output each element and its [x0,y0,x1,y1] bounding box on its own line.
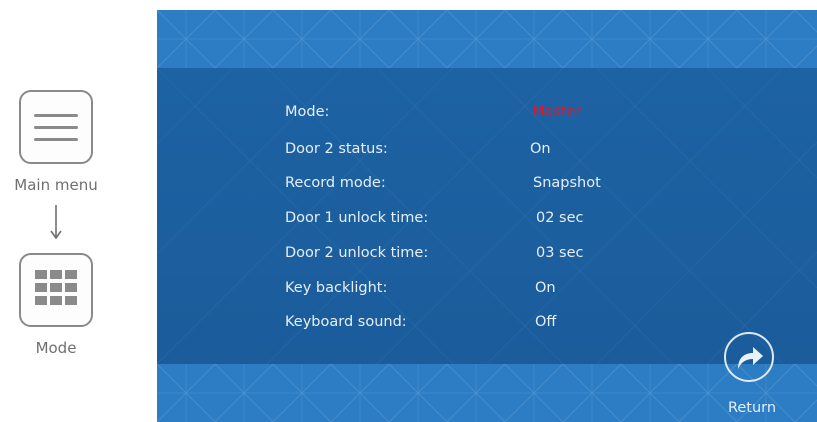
setting-row-record-mode[interactable]: Record mode: Snapshot [285,175,705,197]
page: Main menu Mode Mode: Master Door 2 statu… [0,0,817,422]
setting-label: Record mode: [285,175,386,191]
setting-value: Off [535,314,557,330]
main-menu-step [19,90,93,164]
return-arrow-icon [738,347,763,369]
setting-value: Snapshot [533,175,601,191]
setting-label: Door 1 unlock time: [285,210,429,226]
mode-caption: Mode [35,339,77,357]
return-label: Return [727,400,777,416]
setting-value: On [530,141,551,157]
device-screen: Mode: Master Door 2 status: On Record mo… [157,10,817,422]
setting-label: Door 2 unlock time: [285,245,429,261]
setting-row-door2-unlock[interactable]: Door 2 unlock time: 03 sec [285,245,705,267]
setting-label: Door 2 status: [285,141,388,157]
setting-value: 02 sec [536,210,584,226]
setting-row-door1-unlock[interactable]: Door 1 unlock time: 02 sec [285,210,705,232]
setting-label: Key backlight: [285,280,388,296]
arrow-down-icon [50,205,62,240]
setting-row-door2-status[interactable]: Door 2 status: On [285,141,705,163]
setting-row-key-backlight[interactable]: Key backlight: On [285,280,705,302]
setting-value: 03 sec [536,245,584,261]
header-band [157,10,817,68]
setting-row-keyboard-sound[interactable]: Keyboard sound: Off [285,314,705,336]
main-menu-caption: Main menu [14,176,98,194]
setting-label: Keyboard sound: [285,314,407,330]
settings-panel: Mode: Master Door 2 status: On Record mo… [157,68,817,364]
return-button[interactable]: Return [721,332,787,422]
return-button-ring [724,332,774,382]
setting-label: Mode: [285,104,330,120]
setting-row-mode[interactable]: Mode: Master [285,104,705,126]
mode-step [19,253,93,327]
setting-value: On [535,280,556,296]
header-pattern [157,10,817,68]
setting-value-selected: Master [532,104,582,120]
